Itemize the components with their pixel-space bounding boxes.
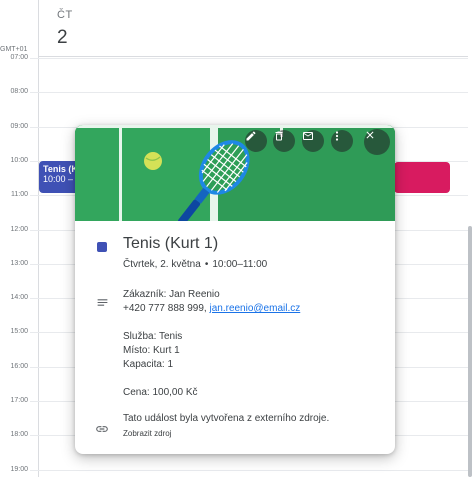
event-time: 10:00 – 1 (43, 174, 79, 184)
hour-label: 18:00 (10, 431, 28, 439)
event-date: Čtvrtek, 2. května (123, 259, 201, 270)
event-time-range: 10:00–11:00 (212, 259, 268, 270)
hour-label: 14:00 (10, 294, 28, 302)
email-link[interactable]: jan.reenio@email.cz (209, 303, 300, 314)
hour-label: 11:00 (11, 191, 28, 199)
close-popup-button[interactable] (364, 129, 390, 155)
more-options-button[interactable] (331, 130, 353, 152)
view-source-link[interactable]: Zobrazit zdroj (123, 429, 171, 438)
more-vert-icon (335, 131, 339, 141)
envelope-icon (303, 132, 313, 140)
hour-label: 08:00 (10, 88, 28, 96)
hour-gridline (30, 92, 468, 94)
phone-text: +420 777 888 999, (123, 303, 210, 314)
event-title: Tenis (K (43, 164, 78, 174)
day-name: ČT (57, 9, 73, 21)
contact-line: +420 777 888 999, jan.reenio@email.cz (123, 302, 383, 316)
hour-label: 07:00 (10, 54, 28, 61)
hour-label: 15:00 (10, 328, 28, 336)
hour-gridline (30, 58, 468, 59)
event-detail-popup: Tenis (Kurt 1) Čtvrtek, 2. května • 10:00–… (75, 125, 395, 454)
capacity-line: Kapacita: 1 (123, 359, 174, 370)
hour-label: 17:00 (10, 397, 28, 404)
trash-icon (275, 131, 283, 141)
link-icon (96, 426, 108, 432)
hour-label: 12:00 (10, 225, 28, 233)
customer-line: Zákazník: Jan Reenio (123, 289, 220, 300)
event-description: Zákazník: Jan Reenio +420 777 888 999, j… (123, 288, 383, 400)
hour-gridline (30, 469, 468, 471)
scrollbar[interactable] (468, 226, 472, 477)
calendar-day-view: ČT 2 GMT+01 07:00 08:00 09:00 10:00 11:00 12:… (0, 0, 474, 477)
separator-dot: • (204, 259, 209, 270)
day-number[interactable]: 2 (57, 27, 68, 49)
external-source-note: Tato událost byla vytvořena z externího … (123, 413, 330, 424)
event-banner (75, 125, 395, 221)
email-guests-button[interactable] (302, 130, 324, 152)
event-datetime: Čtvrtek, 2. května • 10:00–11:00 (123, 259, 267, 270)
event-title: Tenis (Kurt 1) (123, 235, 219, 252)
pencil-icon (246, 131, 256, 141)
service-line: Služba: Tenis (123, 331, 183, 342)
hour-label: 16:00 (10, 362, 28, 370)
hour-label: 09:00 (10, 122, 28, 130)
timezone-label: GMT+01 (0, 46, 28, 53)
hour-label: 10:00 (10, 156, 28, 164)
calendar-event-tenis[interactable]: Tenis (K 10:00 – 1 (39, 161, 79, 193)
delete-event-button[interactable] (273, 130, 295, 152)
calendar-event-pink[interactable] (394, 162, 450, 193)
price-line: Cena: 100,00 Kč (123, 387, 198, 398)
time-column-divider (38, 0, 39, 477)
place-line: Místo: Kurt 1 (123, 345, 180, 356)
hour-label: 19:00 (10, 465, 28, 473)
header-divider (38, 56, 468, 57)
edit-event-button[interactable] (245, 130, 267, 152)
event-color-square (97, 242, 107, 252)
description-icon (97, 299, 108, 306)
close-icon (366, 131, 374, 139)
hour-label: 13:00 (10, 259, 28, 267)
